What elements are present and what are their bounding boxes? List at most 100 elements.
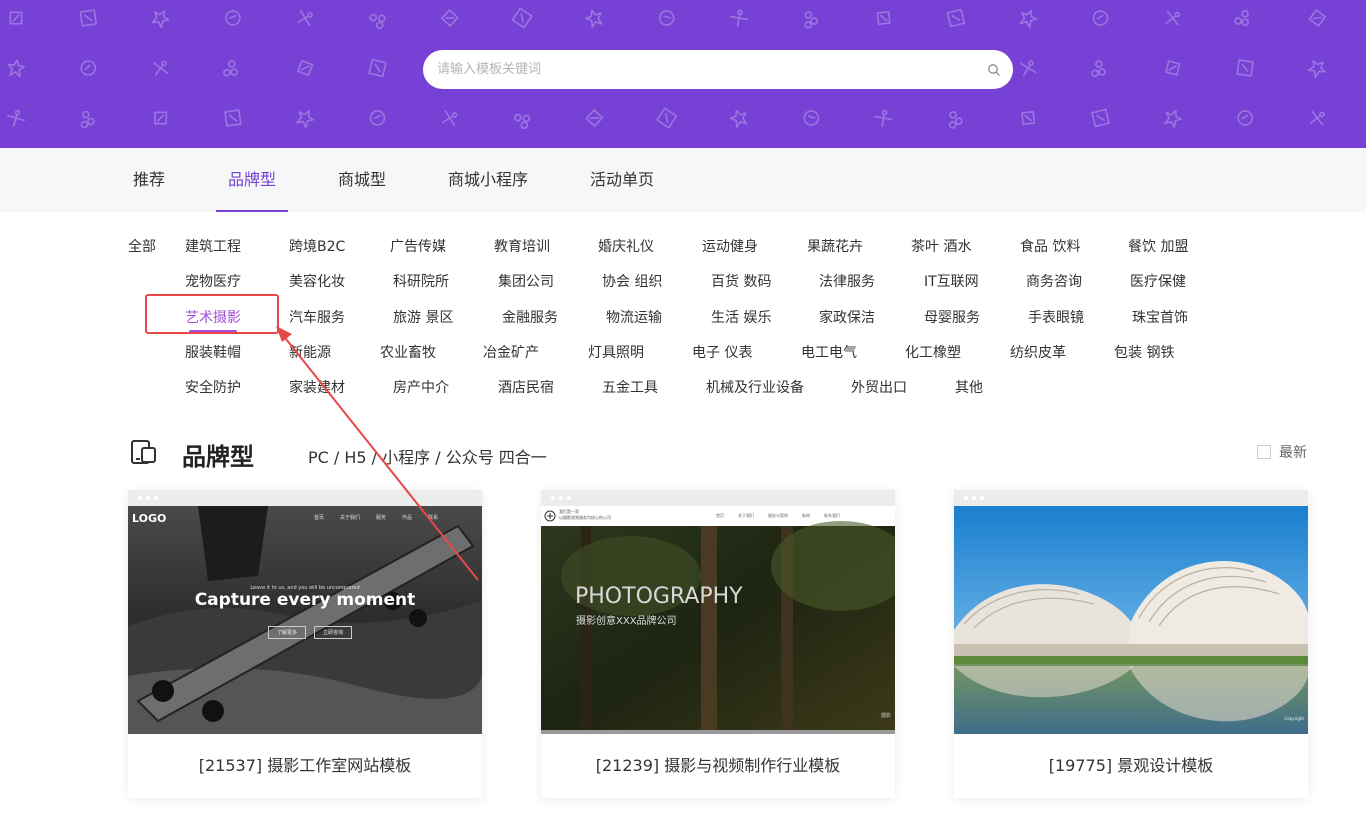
browser-bar [541, 490, 895, 506]
pattern-icon [1019, 9, 1038, 29]
category-item[interactable]: 广告传媒 [390, 238, 446, 256]
template-card[interactable]: LOGO 首页 关于我们 服务 作品 联系 Leave it to us, and yo… [128, 490, 482, 798]
category-item[interactable]: 外贸出口 [851, 379, 907, 397]
pattern-icon [1164, 109, 1182, 129]
preview-brand: 我们是一家 以摄影视频服务为核心的公司 [559, 509, 611, 520]
category-item[interactable]: 运动健身 [702, 238, 758, 256]
newest-filter[interactable]: 最新 [1257, 442, 1307, 462]
category-item[interactable]: 美容化妆 [289, 273, 345, 291]
preview-nav: 首页 关于我们 服务 作品 联系 [314, 515, 439, 521]
template-title[interactable]: [19775] 景观设计模板 [954, 734, 1308, 798]
newest-checkbox[interactable] [1257, 445, 1271, 459]
pattern-icon [224, 109, 242, 127]
preview-headline: PHOTOGRAPHY [575, 584, 743, 609]
pattern-icon [1091, 108, 1110, 128]
category-item[interactable]: 教育培训 [494, 238, 550, 256]
category-item[interactable]: 纺织皮革 [1010, 344, 1066, 362]
category-item[interactable]: IT互联网 [924, 273, 979, 291]
pattern-icon [1165, 10, 1180, 26]
template-title[interactable]: [21537] 摄影工作室网站模板 [128, 734, 482, 798]
pattern-icon [1309, 110, 1325, 126]
pattern-icon [368, 58, 387, 78]
category-item[interactable]: 包装 钢铁 [1114, 344, 1174, 362]
category-item[interactable]: 其他 [955, 379, 983, 397]
category-item[interactable]: 百货 数码 [711, 273, 771, 291]
category-item[interactable]: 法律服务 [819, 273, 875, 291]
search-icon[interactable] [987, 63, 1001, 77]
category-item[interactable]: 医疗保健 [1130, 273, 1186, 291]
pattern-icon [297, 59, 314, 77]
pattern-icon [1165, 60, 1181, 76]
category-item[interactable]: 母婴服务 [924, 309, 980, 327]
category-item[interactable]: 化工橡塑 [905, 344, 961, 362]
pattern-icon [1236, 59, 1254, 77]
category-tab-bar: 推荐 品牌型 商城型 商城小程序 活动单页 [0, 148, 1366, 212]
pattern-icon [7, 109, 25, 127]
template-card[interactable]: Copyright [19775] 景观设计模板 [954, 490, 1308, 798]
pattern-icon [803, 110, 820, 126]
pattern-icon [223, 60, 238, 77]
tab-mall[interactable]: 商城型 [338, 148, 386, 212]
tab-recommend[interactable]: 推荐 [133, 148, 165, 212]
category-item[interactable]: 宠物医疗 [185, 273, 241, 291]
category-item[interactable]: 家政保洁 [819, 309, 875, 327]
preview-subline: 摄影创意XXX品牌公司 [576, 616, 677, 627]
preview-logo-icon [544, 510, 556, 522]
category-item[interactable]: 房产中介 [393, 379, 449, 397]
category-item[interactable]: 生活 娱乐 [711, 309, 771, 327]
category-item[interactable]: 餐饮 加盟 [1128, 238, 1188, 256]
category-item[interactable]: 电工电气 [801, 344, 857, 362]
pattern-icon [151, 10, 170, 29]
category-item[interactable]: 珠宝首饰 [1132, 309, 1188, 327]
category-item[interactable]: 农业畜牧 [380, 344, 436, 362]
category-item[interactable]: 食品 饮料 [1020, 238, 1080, 256]
browser-bar [954, 490, 1308, 506]
template-title[interactable]: [21239] 摄影与视频制作行业模板 [541, 734, 895, 798]
category-item[interactable]: 商务咨询 [1026, 273, 1082, 291]
category-all[interactable]: 全部 [128, 238, 156, 256]
template-preview-image: Copyright [954, 506, 1308, 734]
category-item[interactable]: 茶叶 酒水 [911, 238, 971, 256]
category-item[interactable]: 冶金矿产 [483, 344, 539, 362]
section-subtitle: PC / H5 / 小程序 / 公众号 四合一 [308, 448, 547, 467]
category-item[interactable]: 五金工具 [602, 379, 658, 397]
category-item[interactable]: 建筑工程 [185, 238, 241, 256]
pattern-icon [9, 11, 23, 25]
category-item[interactable]: 服装鞋帽 [185, 344, 241, 362]
category-item[interactable]: 手表眼镜 [1028, 309, 1084, 327]
category-item[interactable]: 果蔬花卉 [807, 238, 863, 256]
category-item[interactable]: 跨境B2C [289, 238, 345, 256]
pattern-icon [946, 8, 966, 28]
pattern-icon [297, 10, 313, 26]
preview-corner: Copyright [1284, 716, 1304, 721]
pattern-icon [1091, 60, 1106, 78]
pattern-icon [154, 111, 168, 125]
tab-landing-page[interactable]: 活动单页 [590, 148, 654, 212]
browser-bar [128, 490, 482, 506]
category-item[interactable]: 集团公司 [498, 273, 554, 291]
category-item[interactable]: 婚庆礼仪 [598, 238, 654, 256]
header-banner [0, 0, 1366, 148]
pattern-icon [874, 109, 893, 128]
category-item[interactable]: 协会 组织 [602, 273, 662, 291]
category-item[interactable]: 汽车服务 [289, 309, 345, 327]
template-card[interactable]: 我们是一家 以摄影视频服务为核心的公司 首页 关于我们 服务与案例 新闻 联系我们 PH… [541, 490, 895, 798]
category-item[interactable]: 灯具照明 [588, 344, 644, 362]
category-item[interactable]: 新能源 [289, 344, 331, 362]
category-item[interactable]: 家装建材 [289, 379, 345, 397]
category-item[interactable]: 旅游 景区 [393, 309, 453, 327]
category-item[interactable]: 科研院所 [393, 273, 449, 291]
category-item[interactable]: 物流运输 [606, 309, 662, 327]
category-item[interactable]: 安全防护 [185, 379, 241, 397]
category-item[interactable]: 金融服务 [502, 309, 558, 327]
tab-mall-miniprogram[interactable]: 商城小程序 [448, 148, 528, 212]
category-item[interactable]: 酒店民宿 [498, 379, 554, 397]
preview-logo: LOGO [132, 512, 167, 525]
category-item[interactable]: 电子 仪表 [692, 344, 752, 362]
pattern-icon [804, 11, 818, 29]
tab-brand[interactable]: 品牌型 [215, 148, 289, 212]
pattern-icon [80, 110, 95, 129]
search-input[interactable] [437, 50, 977, 89]
search-bar[interactable] [423, 50, 1013, 89]
category-item[interactable]: 机械及行业设备 [706, 379, 804, 397]
